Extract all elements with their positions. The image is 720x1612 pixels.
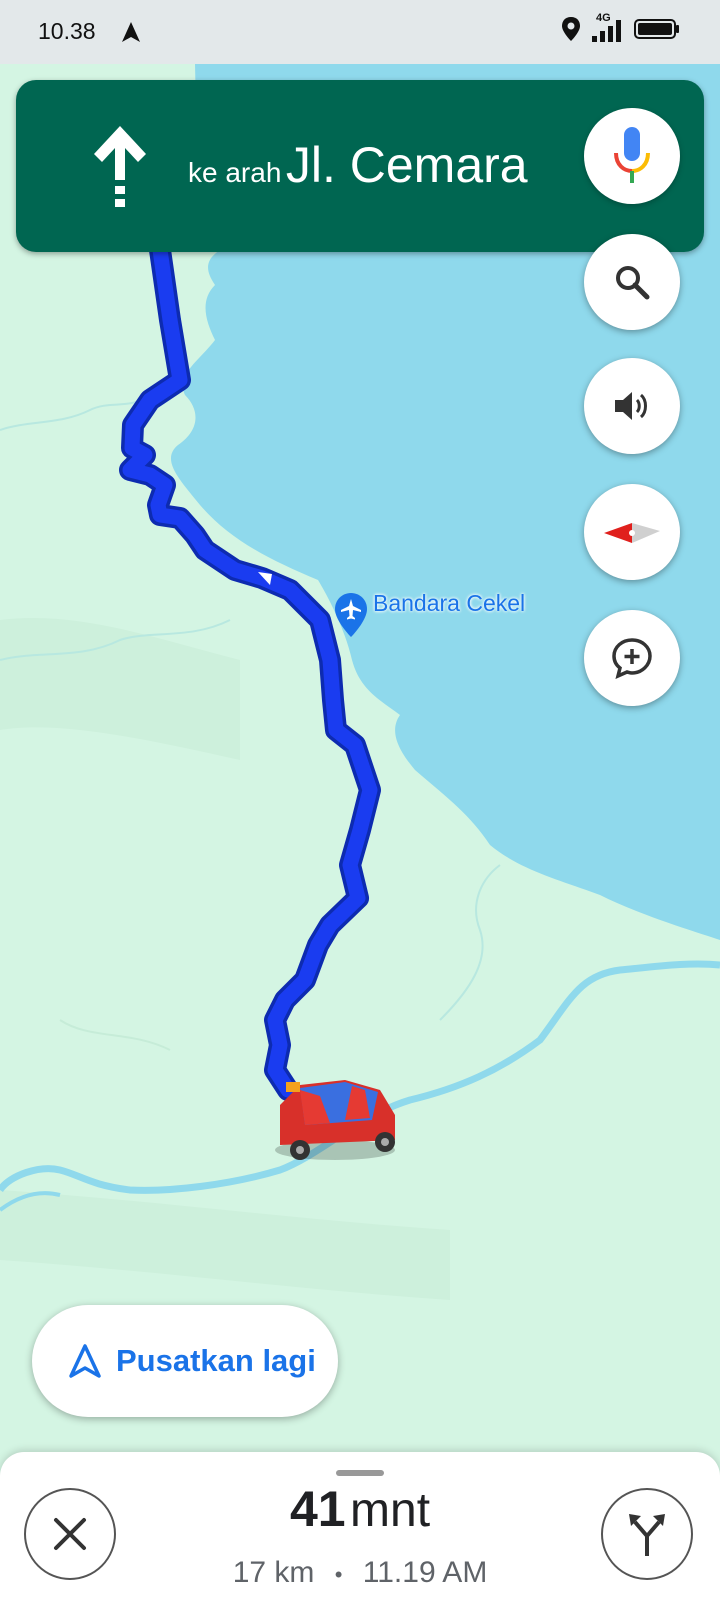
compass-button[interactable] [584,484,680,580]
compass-icon [604,523,660,543]
fork-route-icon [629,1514,665,1556]
cellular-signal-icon: 4G [592,12,624,42]
network-type: 4G [596,12,611,24]
navigation-banner[interactable]: ke arah Jl. Cemara [16,80,704,252]
place-label[interactable]: Bandara Cekel [373,590,525,617]
navigation-arrow-icon [122,22,140,42]
report-button[interactable] [584,610,680,706]
instruction-text: ke arah Jl. Cemara [188,136,528,194]
street-name: Jl. Cemara [285,137,528,193]
sound-button[interactable] [584,358,680,454]
car-marker [275,1080,395,1160]
eta-minutes: 41 [289,1481,346,1537]
status-time: 10.38 [38,18,96,44]
search-button[interactable] [584,234,680,330]
add-comment-icon [612,638,652,679]
status-bar: 10.38 4G [0,0,720,64]
recenter-button[interactable]: Pusatkan lagi [32,1305,338,1417]
voice-search-button[interactable] [584,108,680,204]
trip-sheet[interactable]: 41 mnt 17 km • 11.19 AM [0,1452,720,1612]
instruction-prefix: ke arah [188,157,282,188]
search-icon [616,266,650,300]
drag-handle[interactable] [336,1470,384,1476]
battery-icon [634,19,679,39]
trip-separator: • [334,1562,343,1587]
arrival-time: 11.19 AM [362,1556,488,1589]
airplane-icon[interactable] [334,592,368,638]
microphone-icon [614,127,650,183]
navigation-arrow-icon [69,1344,101,1378]
location-icon [562,17,580,41]
alternate-routes-button[interactable] [601,1488,693,1580]
volume-icon [615,392,647,420]
trip-distance: 17 km [232,1556,315,1589]
eta-unit: mnt [350,1484,431,1537]
straight-arrow-icon [94,126,146,207]
recenter-label: Pusatkan lagi [116,1343,316,1378]
